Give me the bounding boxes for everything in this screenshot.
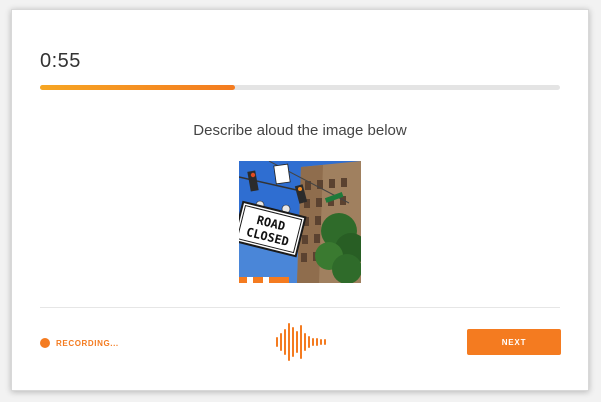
time-progress-fill: [40, 85, 235, 90]
time-progress-bar: [40, 85, 560, 90]
recording-status: RECORDING...: [40, 337, 119, 349]
exercise-prompt: Describe aloud the image below: [193, 122, 407, 139]
exercise-card: 0:55 Describe aloud the image below ROAD…: [11, 9, 589, 391]
footer-divider: [40, 307, 560, 308]
record-dot-icon: [40, 338, 50, 348]
exercise-image: ROAD CLOSED: [239, 161, 361, 283]
countdown-timer: 0:55: [40, 50, 81, 72]
recording-label: RECORDING...: [56, 338, 119, 348]
sound-wave-icon: [276, 323, 326, 361]
next-button[interactable]: NEXT: [467, 329, 561, 355]
road-closed-photo: ROAD CLOSED: [239, 161, 361, 283]
